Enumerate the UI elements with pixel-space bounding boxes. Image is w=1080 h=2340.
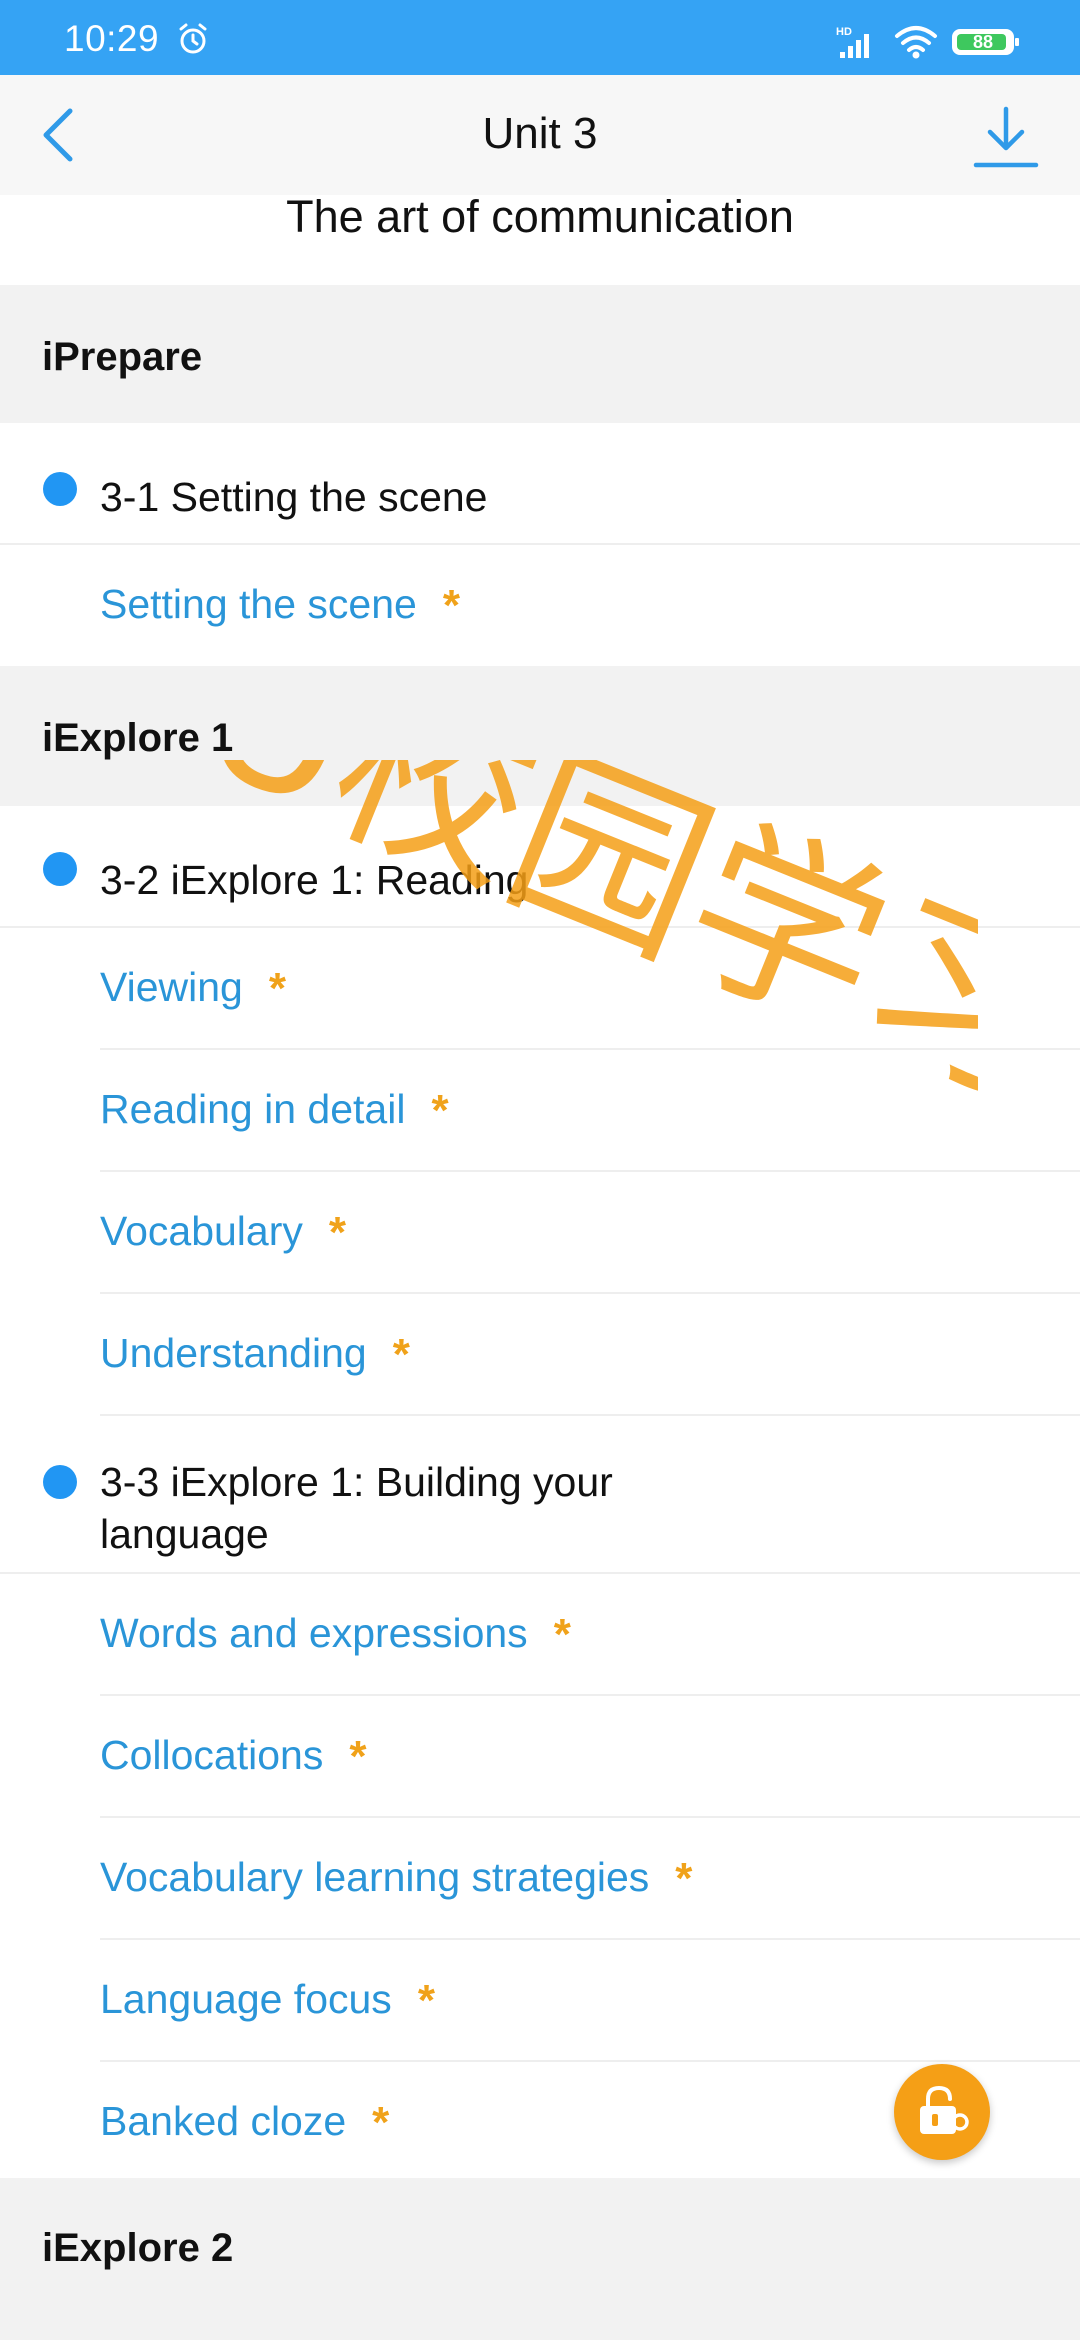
star-icon: * [442,581,460,630]
star-icon: * [675,1854,693,1903]
alarm-icon [179,23,207,54]
section-header-iexplore-1: iExplore 1 [0,666,1080,806]
activity-label: Words and expressions [100,1610,528,1656]
activity-label: Understanding [100,1330,367,1376]
activity-item[interactable]: Language focus * [100,1940,1080,2062]
battery-icon: 88 [952,29,1019,55]
section-title: iExplore 1 [42,716,234,760]
activity-item[interactable]: Viewing * [100,928,1080,1050]
page-title: Unit 3 [482,109,598,158]
lesson-status-dot [43,1465,77,1499]
activity-item[interactable]: Understanding * [100,1294,1080,1416]
star-icon: * [349,1732,367,1781]
activity-label: Setting the scene [100,581,417,627]
activity-label: Vocabulary [100,1208,303,1254]
battery-level: 88 [972,32,994,52]
app-header: Unit 3 [0,75,1080,195]
activity-label: Vocabulary learning strategies [100,1854,650,1900]
star-icon: * [372,2098,390,2147]
star-icon: * [553,1610,571,1659]
activity-item[interactable]: Setting the scene * [100,545,1080,667]
status-bar: 10:29 HD 88 [0,0,1080,75]
lesson-row[interactable]: 3-3 iExplore 1: Building your language [0,1416,1080,1574]
section-header-iprepare: iPrepare [0,285,1080,423]
activity-item[interactable]: Vocabulary * [100,1172,1080,1294]
lesson-status-dot [43,472,77,506]
activity-label: Banked cloze [100,2098,347,2144]
section-title: iPrepare [42,335,203,379]
star-icon: * [328,1208,346,1257]
signal-icon: HD [836,26,869,58]
activity-item[interactable]: Reading in detail * [100,1050,1080,1172]
star-icon: * [392,1330,410,1379]
activity-label: Viewing [100,964,243,1010]
activity-item[interactable]: Collocations * [100,1696,1080,1818]
unit-subtitle: The art of communication [286,191,794,242]
lesson-row[interactable]: 3-2 iExplore 1: Reading [0,806,1080,928]
activity-item[interactable]: Words and expressions * [100,1574,1080,1696]
lesson-row[interactable]: 3-1 Setting the scene [0,423,1080,545]
activity-label: Reading in detail [100,1086,406,1132]
section-title: iExplore 2 [42,2226,234,2270]
activity-label: Language focus [100,1976,392,2022]
section-body-iexplore-1: 3-2 iExplore 1: Reading Viewing * Reading… [0,806,1080,2178]
wifi-icon [895,26,937,59]
lesson-title: 3-3 iExplore 1: Building your language [100,1459,613,1557]
activity-label: Collocations [100,1732,324,1778]
activity-item[interactable]: Vocabulary learning strategies * [100,1818,1080,1940]
star-icon: * [268,964,286,1013]
unlock-button[interactable] [894,2064,990,2160]
star-icon: * [417,1976,435,2025]
lesson-status-dot [43,852,77,886]
network-type-label: HD [836,26,852,38]
lesson-title: 3-2 iExplore 1: Reading [100,857,529,903]
download-button[interactable] [970,101,1042,173]
status-time: 10:29 [64,18,160,59]
section-header-iexplore-2: iExplore 2 [0,2178,1080,2340]
lock-key-icon [920,2085,969,2134]
star-icon: * [431,1086,449,1135]
lesson-title: 3-1 Setting the scene [100,474,488,520]
section-body-iprepare: 3-1 Setting the scene Setting the scene * [0,423,1080,666]
subtitle-bar: The art of communication [0,191,1080,285]
